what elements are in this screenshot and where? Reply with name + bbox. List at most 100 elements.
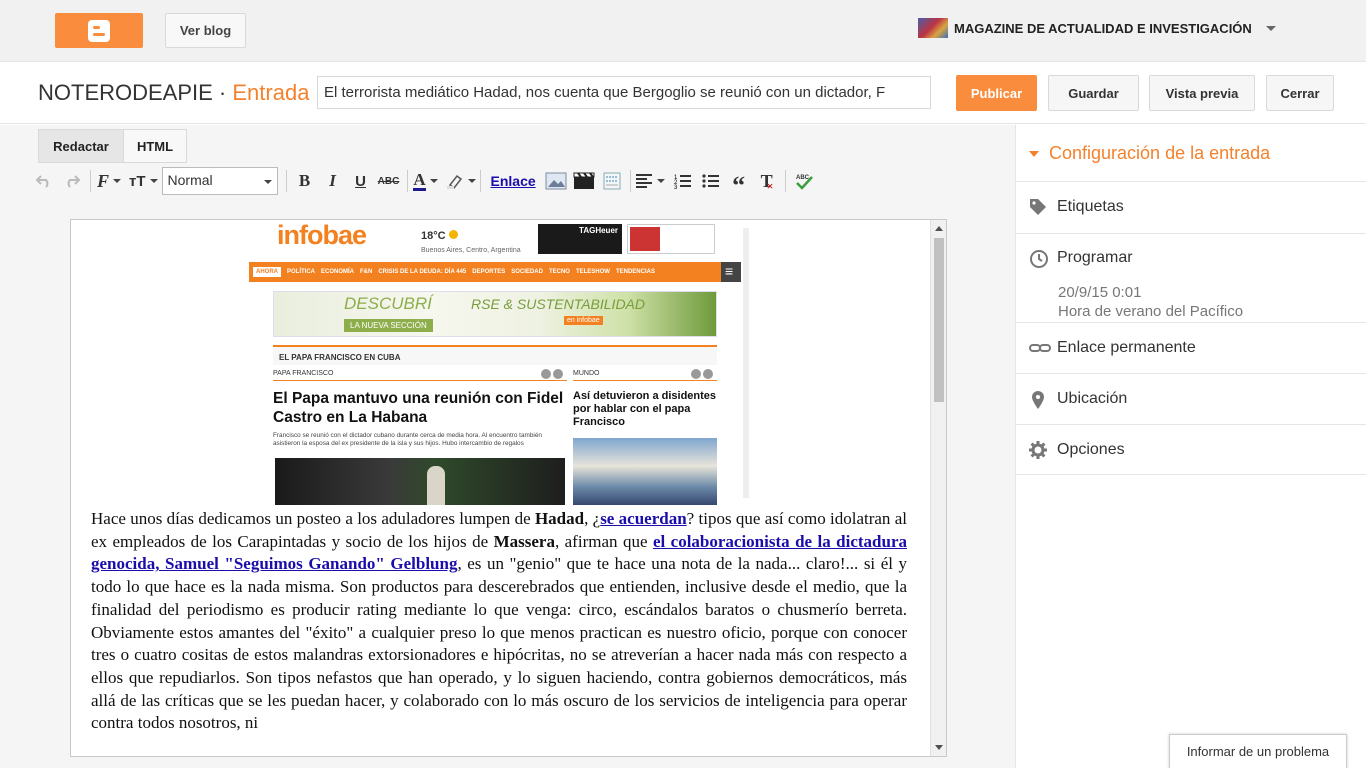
close-button[interactable]: Cerrar	[1266, 75, 1334, 111]
text-run: , afirman que	[554, 531, 653, 551]
ad-image	[630, 227, 660, 251]
blog-name: MAGAZINE DE ACTUALIDAD E INVESTIGACIÓN	[954, 20, 1252, 36]
clear-format-icon[interactable]: T ×	[753, 167, 781, 195]
redo-icon[interactable]	[58, 167, 86, 195]
sidebar-item-label: Programar	[1057, 249, 1133, 266]
section-heading: EL PAPA FRANCISCO EN CUBA	[273, 345, 717, 365]
sidebar-item-options[interactable]: Opciones	[1016, 424, 1366, 475]
quote-icon[interactable]: “	[725, 167, 753, 200]
font-family-icon[interactable]: F	[95, 167, 123, 195]
promo-banner: DESCUBRÍ LA NUEVA SECCIÓN RSE & SUSTENTA…	[273, 291, 717, 337]
publish-button[interactable]: Publicar	[956, 75, 1037, 111]
post-settings-title[interactable]: Configuración de la entrada	[1029, 143, 1270, 164]
text-run: , es un "genio" que te hace una nota de …	[91, 554, 907, 733]
strikethrough-icon[interactable]: ABC	[375, 167, 403, 195]
article-link[interactable]: se acuerdan	[600, 509, 686, 528]
nav-item: F&N	[360, 269, 373, 275]
text-run: Hace unos días dedicamos un posteo a los…	[91, 509, 535, 528]
ad-banner-secondary	[627, 224, 715, 254]
toolbar-divider	[285, 170, 287, 192]
scroll-thumb[interactable]	[934, 238, 944, 402]
tab-html[interactable]: HTML	[124, 129, 187, 163]
image-icon[interactable]	[542, 167, 570, 195]
site-logo: infobae	[277, 220, 367, 250]
menu-icon	[721, 262, 741, 282]
article-text[interactable]: Hace unos días dedicamos un posteo a los…	[91, 508, 907, 735]
share-icons	[539, 369, 563, 381]
blogger-logo[interactable]	[55, 13, 143, 48]
nav-item: AHORA	[253, 267, 281, 277]
editor-scrollbar[interactable]	[930, 220, 946, 756]
format-value: Normal	[167, 172, 213, 188]
story-photo	[275, 458, 565, 505]
main-story: PAPA FRANCISCO El Papa mantuvo una reuni…	[273, 369, 567, 505]
font-size-icon[interactable]: тT	[129, 167, 158, 195]
blog-selector[interactable]: MAGAZINE DE ACTUALIDAD E INVESTIGACIÓN	[918, 17, 1276, 39]
gear-icon	[1029, 441, 1047, 459]
sidebar-item-location[interactable]: Ubicación	[1016, 373, 1366, 424]
nav-item: TENDENCIAS	[615, 269, 655, 275]
location-pin-icon	[1029, 390, 1047, 409]
save-button[interactable]: Guardar	[1048, 75, 1139, 111]
sun-icon	[448, 230, 458, 239]
text-color-icon[interactable]: A	[412, 167, 440, 195]
align-icon[interactable]	[635, 167, 665, 195]
side-story: MUNDO Así detuvieron a disidentes por ha…	[573, 369, 717, 505]
clock-icon	[1029, 249, 1048, 268]
bullet-list-icon[interactable]	[697, 167, 725, 195]
chevron-down-icon	[263, 180, 272, 184]
sidebar-item-label: Ubicación	[1057, 390, 1128, 407]
story-label: PAPA FRANCISCO	[273, 369, 567, 381]
embedded-screenshot[interactable]: infobae 18°C Buenos Aires, Centro, Argen…	[249, 220, 749, 505]
blogger-b-icon	[88, 19, 110, 42]
nav-item: DEPORTES	[472, 269, 506, 275]
format-select[interactable]: Normal	[161, 167, 278, 195]
highlight-icon[interactable]	[446, 167, 476, 195]
svg-text:3: 3	[674, 185, 678, 189]
tab-compose[interactable]: Redactar	[38, 129, 124, 163]
bold-text: Massera	[493, 531, 555, 551]
sidebar-item-label: Enlace permanente	[1057, 339, 1196, 356]
numbered-list-icon[interactable]: 123	[669, 167, 697, 195]
main-headline: El Papa mantuvo una reunión con Fidel Ca…	[273, 390, 564, 426]
underline-icon[interactable]: U	[347, 167, 375, 195]
post-body-editor[interactable]: infobae 18°C Buenos Aires, Centro, Argen…	[70, 219, 947, 757]
toolbar-divider	[629, 170, 631, 192]
blog-title: NOTERODEAPIE	[38, 80, 213, 105]
undo-icon[interactable]	[30, 167, 58, 195]
nav-item: SOCIEDAD	[511, 269, 543, 275]
story-label-text: MUNDO	[573, 370, 600, 377]
toolbar-divider	[479, 170, 481, 192]
view-blog-button[interactable]: Ver blog	[165, 13, 246, 48]
nav-item: CRISIS DE LA DEUDA: DÍA 445	[378, 269, 467, 275]
banner-title: RSE & SUSTENTABILIDAD	[471, 296, 646, 312]
link-button[interactable]: Enlace	[485, 167, 542, 195]
sidebar-item-permalink[interactable]: Enlace permanente	[1016, 322, 1366, 373]
schedule-timezone: Hora de verano del Pacífico	[1058, 303, 1244, 320]
share-icons	[689, 369, 713, 381]
title-separator: ·	[212, 80, 233, 105]
nav-item: TECNO	[548, 269, 570, 275]
ad-brand: TAGHeuer	[579, 226, 618, 235]
banner-sub: LA NUEVA SECCIÓN	[344, 319, 433, 332]
scroll-up-icon[interactable]	[935, 226, 943, 231]
jump-break-icon[interactable]	[598, 167, 626, 195]
post-title-input[interactable]: El terrorista mediático Hadad, nos cuent…	[317, 76, 931, 109]
chevron-down-icon	[1265, 25, 1276, 31]
toolbar-divider	[784, 170, 786, 192]
page-type: Entrada	[232, 80, 310, 105]
spellcheck-icon[interactable]: ABC	[790, 167, 818, 195]
italic-icon[interactable]: I	[319, 167, 347, 195]
report-problem-button[interactable]: Informar de un problema	[1169, 734, 1347, 768]
ad-banner: TAGHeuer	[538, 224, 622, 254]
sidebar-item-labels[interactable]: Etiquetas	[1016, 181, 1366, 233]
preview-button[interactable]: Vista previa	[1149, 75, 1255, 111]
toolbar-divider	[90, 170, 91, 192]
toolbar-divider	[406, 170, 408, 192]
bold-icon[interactable]: B	[291, 167, 319, 195]
nav-item: ECONOMÍA	[321, 269, 354, 275]
video-icon[interactable]	[570, 167, 598, 195]
scroll-down-icon[interactable]	[935, 745, 943, 750]
sidebar-item-label: Opciones	[1057, 441, 1125, 458]
site-nav: AHORA POLÍTICA ECONOMÍA F&N CRISIS DE LA…	[249, 262, 741, 282]
